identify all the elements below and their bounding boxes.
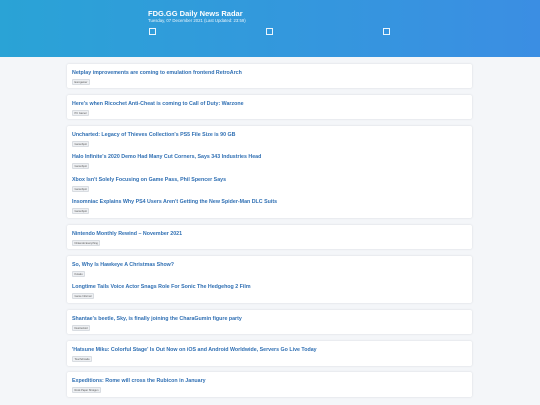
filter-checkbox-2[interactable] (266, 28, 273, 35)
source-badge: Game Informer (72, 293, 95, 299)
source-badge: GameSpot (72, 208, 90, 214)
news-item: Halo Infinite's 2020 Demo Had Many Cut C… (72, 154, 261, 169)
source-badge: Nintendo Everything (72, 240, 101, 246)
news-item: Expeditions: Rome will cross the Rubicon… (72, 378, 206, 393)
news-headline-link[interactable]: So, Why Is Hawkeye A Christmas Show? (72, 262, 174, 268)
news-item: Uncharted: Legacy of Thieves Collection'… (72, 132, 235, 147)
news-item: 'Hatsune Miku: Colorful Stage' Is Out No… (72, 347, 317, 362)
news-card: Shantae's beetle, Sky, is finally joinin… (67, 310, 472, 334)
header-banner: FDG.GG Daily News Radar Tuesday, 07 Dece… (0, 0, 540, 57)
news-card: Nintendo Monthly Rewind – November 2021 … (67, 225, 472, 249)
news-headline-link[interactable]: Longtime Tails Voice Actor Snags Role Fo… (72, 284, 251, 290)
news-headline-link[interactable]: Xbox Isn't Solely Focusing on Game Pass,… (72, 177, 226, 183)
filter-checkbox-1[interactable] (149, 28, 156, 35)
source-badge: Rock Paper Shotgun (72, 387, 101, 393)
news-item: Xbox Isn't Solely Focusing on Game Pass,… (72, 177, 226, 192)
news-headline-link[interactable]: Expeditions: Rome will cross the Rubicon… (72, 378, 206, 384)
source-badge: Kotaku (72, 271, 86, 277)
news-item: So, Why Is Hawkeye A Christmas Show? Kot… (72, 262, 174, 277)
source-badge: Destructoid (72, 325, 91, 331)
news-headline-link[interactable]: Halo Infinite's 2020 Demo Had Many Cut C… (72, 154, 261, 160)
news-headline-link[interactable]: Nintendo Monthly Rewind – November 2021 (72, 231, 182, 237)
news-card: Here's when Ricochet Anti-Cheat is comin… (67, 95, 472, 119)
news-headline-link[interactable]: Insomniac Explains Why PS4 Users Aren't … (72, 199, 277, 205)
source-badge: GameSpot (72, 163, 90, 169)
news-headline-link[interactable]: Shantae's beetle, Sky, is finally joinin… (72, 316, 242, 322)
news-card: Uncharted: Legacy of Thieves Collection'… (67, 126, 472, 218)
news-headline-link[interactable]: Here's when Ricochet Anti-Cheat is comin… (72, 101, 244, 107)
news-card: Netplay improvements are coming to emula… (67, 64, 472, 88)
news-card: So, Why Is Hawkeye A Christmas Show? Kot… (67, 256, 472, 303)
news-item: Here's when Ricochet Anti-Cheat is comin… (72, 101, 244, 116)
last-updated-text: Tuesday, 07 December 2021 (Last Updated:… (148, 18, 246, 23)
filter-checkbox-3[interactable] (383, 28, 390, 35)
news-item: Shantae's beetle, Sky, is finally joinin… (72, 316, 242, 331)
news-item: Netplay improvements are coming to emula… (72, 70, 242, 85)
source-badge: GameSpot (72, 186, 90, 192)
news-item: Nintendo Monthly Rewind – November 2021 … (72, 231, 182, 246)
news-headline-link[interactable]: Uncharted: Legacy of Thieves Collection'… (72, 132, 235, 138)
news-headline-link[interactable]: Netplay improvements are coming to emula… (72, 70, 242, 76)
source-badge: PC Gamer (72, 110, 90, 116)
source-badge: GameSpot (72, 141, 90, 147)
news-card: 'Hatsune Miku: Colorful Stage' Is Out No… (67, 341, 472, 366)
page-title: FDG.GG Daily News Radar (148, 9, 243, 18)
news-item: Insomniac Explains Why PS4 Users Aren't … (72, 199, 277, 214)
news-card: Expeditions: Rome will cross the Rubicon… (67, 372, 472, 397)
news-headline-link[interactable]: 'Hatsune Miku: Colorful Stage' Is Out No… (72, 347, 317, 353)
news-item: Longtime Tails Voice Actor Snags Role Fo… (72, 284, 251, 299)
source-badge: Eurogamer (72, 79, 90, 85)
source-badge: TouchArcade (72, 356, 93, 362)
